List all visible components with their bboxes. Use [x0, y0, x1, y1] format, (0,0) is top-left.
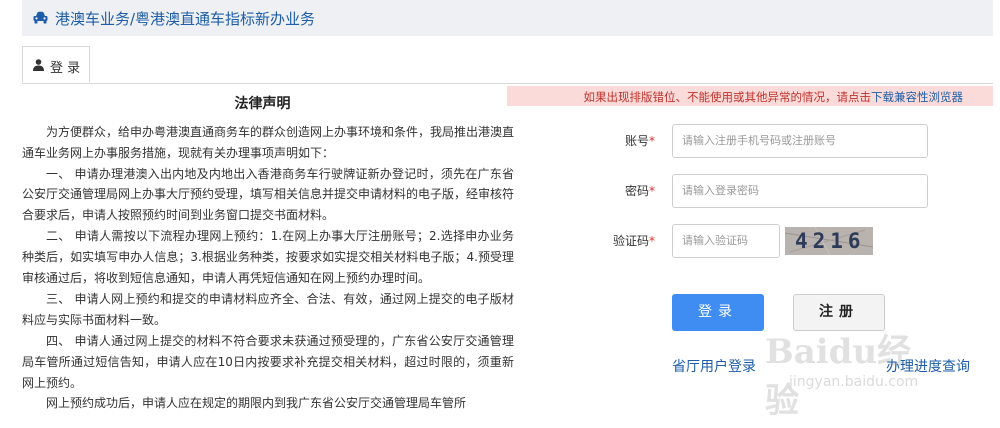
required-mark: * [649, 234, 655, 248]
captcha-image[interactable]: 4216 [785, 227, 873, 255]
download-browser-link[interactable]: 下载兼容性浏览器 [871, 90, 963, 104]
compatibility-notice-text: 如果出现排版错位、不能使用或其他异常的情况，请点击 [583, 90, 872, 104]
page-title: 港澳车业务/粤港澳直通车指标新办业务 [55, 10, 316, 28]
legal-paragraph: 为方便群众，给申办粤港澳直通商务车的群众创造网上办事环境和条件，我局推出港澳直通… [22, 125, 515, 160]
legal-paragraph: 三、 申请人网上预约和提交的申请材料应齐全、合法、有效，通过网上提交的电子版材料… [22, 292, 514, 328]
legal-paragraph: 四、 申请人通过网上提交的材料不符合要求未获通过预受理的，广东省公安厅交通管理局… [22, 333, 514, 390]
required-mark: * [649, 134, 655, 148]
legal-paragraph: 一、 申请办理港澳入出内地及内地出入香港商务车行驶牌证新办登记时，须先在广东省公… [22, 166, 515, 223]
password-label: 密码* [624, 184, 655, 198]
password-input[interactable]: 请输入登录密码 [672, 174, 928, 208]
tab-divider [22, 83, 993, 84]
compatibility-notice: 如果出现排版错位、不能使用或其他异常的情况，请点击下载兼容性浏览器 [507, 86, 993, 106]
captcha-label: 验证码* [612, 234, 655, 248]
tab-login-label: 登 录 [50, 61, 81, 76]
captcha-code: 4216 [795, 229, 866, 253]
province-login-link[interactable]: 省厅用户登录 [672, 356, 756, 376]
watermark-site: jingyan.baidu.com [789, 374, 919, 390]
legal-statement: 为方便群众，给申办粤港澳直通商务车的群众创造网上办事环境和条件，我局推出港澳直通… [22, 122, 514, 414]
required-mark: * [649, 184, 655, 198]
user-icon [33, 59, 44, 71]
login-button[interactable]: 登录 [672, 294, 764, 331]
header-bar: 港澳车业务/粤港澳直通车指标新办业务 [22, 0, 993, 36]
captcha-input[interactable]: 请输入验证码 [672, 224, 780, 258]
progress-query-link[interactable]: 办理进度查询 [886, 356, 970, 376]
legal-paragraph: 二、 申请人需按以下流程办理网上预约：1.在网上办事大厅注册账号；2.选择申办业… [22, 228, 514, 285]
legal-title: 法律声明 [234, 96, 291, 112]
account-label: 账号* [624, 134, 655, 148]
legal-paragraph: 网上预约成功后，申请人应在规定的期限内到我广东省公安厅交通管理局车管所 [46, 396, 467, 411]
car-icon [33, 11, 48, 24]
account-input[interactable]: 请输入注册手机号码或注册账号 [672, 124, 928, 158]
tab-login[interactable]: 登 录 [22, 46, 90, 83]
